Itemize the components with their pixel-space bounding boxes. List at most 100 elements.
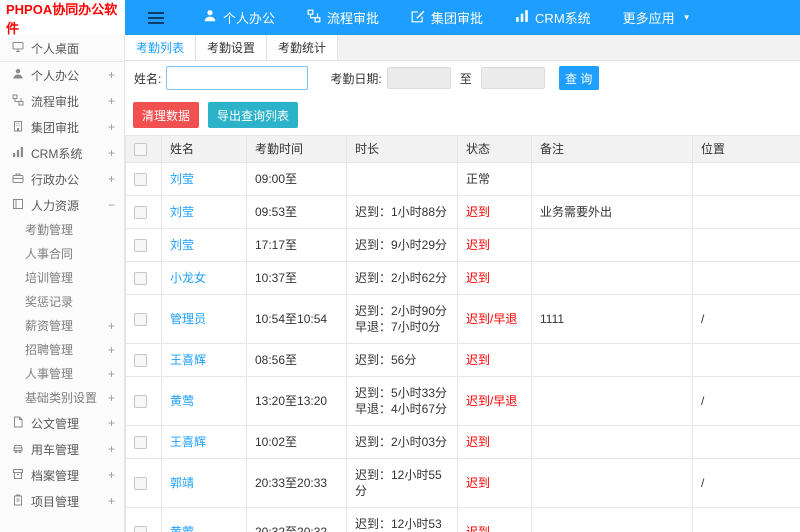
expand-toggle[interactable]: + [108, 386, 115, 410]
collapse-toggle[interactable]: − [108, 192, 115, 218]
nav-more-apps[interactable]: 更多应用 ▼ [607, 0, 707, 35]
row-checkbox[interactable] [134, 313, 147, 327]
edit-square-icon [411, 9, 425, 26]
attendance-time-cell: 10:02至 [246, 425, 347, 459]
sidebar-subitem-base-category[interactable]: 基础类别设置 + [0, 386, 124, 410]
sidebar-item-personal-office[interactable]: 个人办公 + [0, 62, 124, 88]
sidebar-subitem-contract[interactable]: 人事合同 [0, 242, 124, 266]
row-checkbox[interactable] [134, 477, 147, 491]
location-cell: / [692, 458, 800, 508]
nav-group-approval[interactable]: 集团审批 [395, 0, 499, 35]
expand-toggle[interactable]: + [108, 166, 115, 192]
status-badge: 迟到 [466, 205, 491, 219]
expand-toggle[interactable]: + [108, 338, 115, 362]
expand-toggle[interactable]: + [108, 362, 115, 386]
expand-toggle[interactable]: + [108, 488, 115, 514]
tab-bar: 考勤列表 考勤设置 考勤统计 [125, 35, 800, 61]
employee-name-link[interactable]: 黄莺 [170, 525, 194, 532]
row-checkbox[interactable] [134, 206, 147, 220]
employee-name-link[interactable]: 黄莺 [170, 394, 194, 408]
nav-workflow-approval[interactable]: 流程审批 [291, 0, 395, 35]
nav-crm[interactable]: CRM系统 [499, 0, 607, 35]
sidebar-item-crm[interactable]: CRM系统 + [0, 140, 124, 166]
employee-name-link[interactable]: 王喜辉 [170, 435, 206, 449]
person-icon [203, 9, 217, 26]
sidebar-item-documents[interactable]: 公文管理 + [0, 410, 124, 436]
duration-cell: 迟到：2小时90分 早退：7小时0分 [346, 294, 458, 344]
nav-label: CRM系统 [535, 11, 591, 26]
location-cell: / [692, 376, 800, 426]
row-checkbox[interactable] [134, 395, 147, 409]
expand-toggle[interactable]: + [108, 314, 115, 338]
row-checkbox[interactable] [134, 272, 147, 286]
sidebar-subitem-personnel[interactable]: 人事管理 + [0, 362, 124, 386]
tab-attendance-list[interactable]: 考勤列表 [125, 35, 197, 60]
sidebar-subitem-rewards[interactable]: 奖惩记录 [0, 290, 124, 314]
sidebar-subitem-attendance[interactable]: 考勤管理 [0, 218, 124, 242]
table-row: 小龙女 10:37至 迟到：2小时62分 迟到 [125, 261, 800, 295]
employee-name-link[interactable]: 刘莹 [170, 172, 194, 186]
employee-name-link[interactable]: 小龙女 [170, 271, 206, 285]
tab-attendance-stats[interactable]: 考勤统计 [267, 35, 339, 60]
search-button[interactable]: 查 询 [558, 66, 599, 90]
sidebar-item-hr[interactable]: 人力资源 − [0, 192, 124, 218]
attendance-time-cell: 20:32至20:32 [246, 507, 347, 532]
nav-personal-office[interactable]: 个人办公 [187, 0, 291, 35]
chevron-down-icon: ▼ [682, 12, 691, 22]
action-bar: 清理数据 导出查询列表 [125, 95, 800, 135]
status-cell: 正常 [457, 162, 532, 196]
row-checkbox[interactable] [134, 436, 147, 450]
date-start-input[interactable] [386, 67, 451, 89]
sidebar-subitem-training[interactable]: 培训管理 [0, 266, 124, 290]
sidebar-item-label: 档案管理 [31, 468, 80, 483]
sidebar-subitem-recruitment[interactable]: 招聘管理 + [0, 338, 124, 362]
sidebar-item-desktop[interactable]: 个人桌面 [0, 35, 124, 62]
expand-toggle[interactable]: + [108, 410, 115, 436]
sidebar-subitem-label: 薪资管理 [25, 319, 74, 333]
sidebar-item-group-approval[interactable]: 集团审批 + [0, 114, 124, 140]
filter-bar: 姓名: 考勤日期: 至 查 询 [125, 61, 800, 95]
sidebar-item-workflow-approval[interactable]: 流程审批 + [0, 88, 124, 114]
sidebar-subitem-salary[interactable]: 薪资管理 + [0, 314, 124, 338]
sidebar-item-projects[interactable]: 项目管理 + [0, 488, 124, 514]
row-checkbox[interactable] [134, 173, 147, 187]
date-end-input[interactable] [480, 67, 545, 89]
date-to-label: 至 [459, 71, 472, 86]
expand-toggle[interactable]: + [108, 140, 115, 166]
duration-cell: 迟到：1小时88分 [346, 195, 458, 229]
bar-chart-icon [12, 146, 24, 161]
employee-name-link[interactable]: 刘莹 [170, 238, 194, 252]
name-filter-input[interactable] [166, 66, 309, 90]
expand-toggle[interactable]: + [108, 436, 115, 462]
select-all-checkbox[interactable] [134, 143, 147, 157]
status-badge: 迟到 [466, 238, 491, 252]
sidebar-subitem-label: 人事合同 [25, 247, 74, 261]
sidebar-item-archives[interactable]: 档案管理 + [0, 462, 124, 488]
status-badge: 迟到 [466, 353, 491, 367]
menu-toggle-icon[interactable] [139, 0, 173, 35]
employee-name-link[interactable]: 王喜辉 [170, 353, 206, 367]
employee-name-link[interactable]: 管理员 [170, 312, 206, 326]
expand-toggle[interactable]: + [108, 114, 115, 140]
row-checkbox[interactable] [134, 354, 147, 368]
tab-attendance-settings[interactable]: 考勤设置 [196, 35, 268, 60]
employee-name-link[interactable]: 郭靖 [170, 476, 194, 490]
row-checkbox[interactable] [134, 239, 147, 253]
expand-toggle[interactable]: + [108, 62, 115, 88]
location-cell [692, 162, 800, 196]
sidebar-item-label: 人力资源 [31, 198, 80, 213]
clean-data-button[interactable]: 清理数据 [133, 102, 200, 128]
main-content: 考勤列表 考勤设置 考勤统计 姓名: 考勤日期: 至 查 询 清理数据 导出查询… [125, 35, 800, 532]
status-badge: 迟到 [466, 476, 491, 490]
remark-cell [531, 228, 693, 262]
employee-name-link[interactable]: 刘莹 [170, 205, 194, 219]
row-checkbox[interactable] [134, 526, 147, 532]
sidebar-item-admin-office[interactable]: 行政办公 + [0, 166, 124, 192]
status-cell: 迟到/早退 [457, 294, 532, 344]
sidebar-item-vehicle[interactable]: 用车管理 + [0, 436, 124, 462]
export-list-button[interactable]: 导出查询列表 [208, 102, 299, 128]
expand-toggle[interactable]: + [108, 462, 115, 488]
briefcase-icon [12, 172, 24, 187]
table-row: 王喜辉 10:02至 迟到：2小时03分 迟到 [125, 425, 800, 459]
expand-toggle[interactable]: + [108, 88, 115, 114]
